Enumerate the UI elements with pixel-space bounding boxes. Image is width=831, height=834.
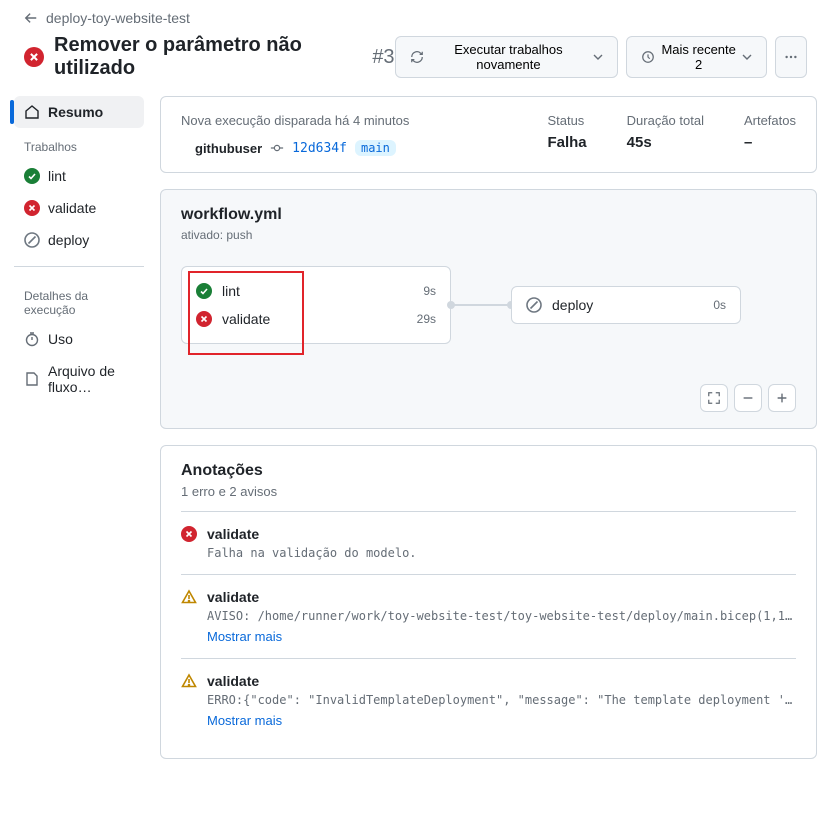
sidebar-job-lint[interactable]: lint [14, 160, 144, 192]
skip-icon [526, 297, 542, 313]
chevron-down-icon [742, 52, 752, 62]
workflow-card: workflow.yml ativado: push lint 9s [160, 189, 817, 429]
back-label: deploy-toy-website-test [46, 10, 190, 26]
show-more-link[interactable]: Mostrar mais [207, 713, 796, 728]
kebab-button[interactable] [775, 36, 807, 78]
sidebar: Resumo Trabalhos lint validate deploy De… [14, 96, 144, 775]
connector [451, 304, 511, 306]
duration-label: Duração total [627, 113, 704, 128]
triggered-label: Nova execução disparada há 4 minutos [181, 113, 507, 128]
sync-icon [410, 50, 424, 64]
workflow-trigger: ativado: push [181, 228, 796, 242]
branch-badge[interactable]: main [355, 140, 396, 156]
sidebar-job-deploy[interactable]: deploy [14, 224, 144, 256]
warning-icon [181, 589, 197, 605]
warning-icon [181, 673, 197, 689]
status-label: Status [547, 113, 586, 128]
sidebar-usage[interactable]: Uso [14, 323, 144, 355]
status-value: Falha [547, 134, 586, 151]
x-icon [196, 311, 212, 327]
x-icon [181, 526, 197, 542]
annotation-item: validate Falha na validação do modelo. [181, 511, 796, 574]
fail-icon [24, 47, 44, 67]
divider [14, 266, 144, 267]
sidebar-workflow-file[interactable]: Arquivo de fluxo… [14, 355, 144, 403]
sidebar-jobs-heading: Trabalhos [14, 128, 144, 160]
minus-icon [741, 391, 755, 405]
sidebar-details-heading: Detalhes da execução [14, 277, 144, 323]
fullscreen-icon [707, 391, 721, 405]
x-icon [24, 200, 40, 216]
summary-card: Nova execução disparada há 4 minutos git… [160, 96, 817, 173]
latest-button[interactable]: Mais recente 2 [626, 36, 767, 78]
duration-value: 45s [627, 134, 704, 151]
page-title: Remover o parâmetro não utilizado [54, 34, 362, 80]
fullscreen-button[interactable] [700, 384, 728, 412]
artifacts-value: – [744, 134, 796, 151]
annotations-card: Anotações 1 erro e 2 avisos validate Fal… [160, 445, 817, 759]
chevron-down-icon [593, 52, 603, 62]
show-more-link[interactable]: Mostrar mais [207, 629, 796, 644]
arrow-left-icon [24, 11, 38, 25]
job-validate[interactable]: validate 29s [196, 305, 436, 333]
kebab-icon [784, 50, 798, 64]
artifacts-label: Artefatos [744, 113, 796, 128]
check-icon [196, 283, 212, 299]
annotations-subtitle: 1 erro e 2 avisos [181, 484, 796, 499]
job-group-left: lint 9s validate 29s [181, 266, 451, 344]
annotation-item: validate ERRO:{"code": "InvalidTemplateD… [181, 658, 796, 742]
back-link[interactable]: deploy-toy-website-test [24, 10, 807, 26]
commit-icon [270, 141, 284, 155]
annotation-item: validate AVISO: /home/runner/work/toy-we… [181, 574, 796, 658]
commit-hash[interactable]: 12d634f [292, 141, 347, 156]
zoom-out-button[interactable] [734, 384, 762, 412]
rerun-button[interactable]: Executar trabalhos novamente [395, 36, 619, 78]
check-icon [24, 168, 40, 184]
history-icon [641, 50, 655, 64]
plus-icon [775, 391, 789, 405]
skip-icon [24, 232, 40, 248]
stopwatch-icon [24, 331, 40, 347]
job-deploy[interactable]: deploy 0s [511, 286, 741, 324]
sidebar-job-validate[interactable]: validate [14, 192, 144, 224]
job-lint[interactable]: lint 9s [196, 277, 436, 305]
triggered-user[interactable]: githubuser [195, 141, 262, 156]
workflow-filename: workflow.yml [181, 206, 796, 224]
zoom-in-button[interactable] [768, 384, 796, 412]
run-number: #3 [372, 46, 394, 69]
annotations-title: Anotações [181, 462, 796, 480]
file-icon [24, 371, 40, 387]
home-icon [24, 104, 40, 120]
sidebar-summary[interactable]: Resumo [14, 96, 144, 128]
